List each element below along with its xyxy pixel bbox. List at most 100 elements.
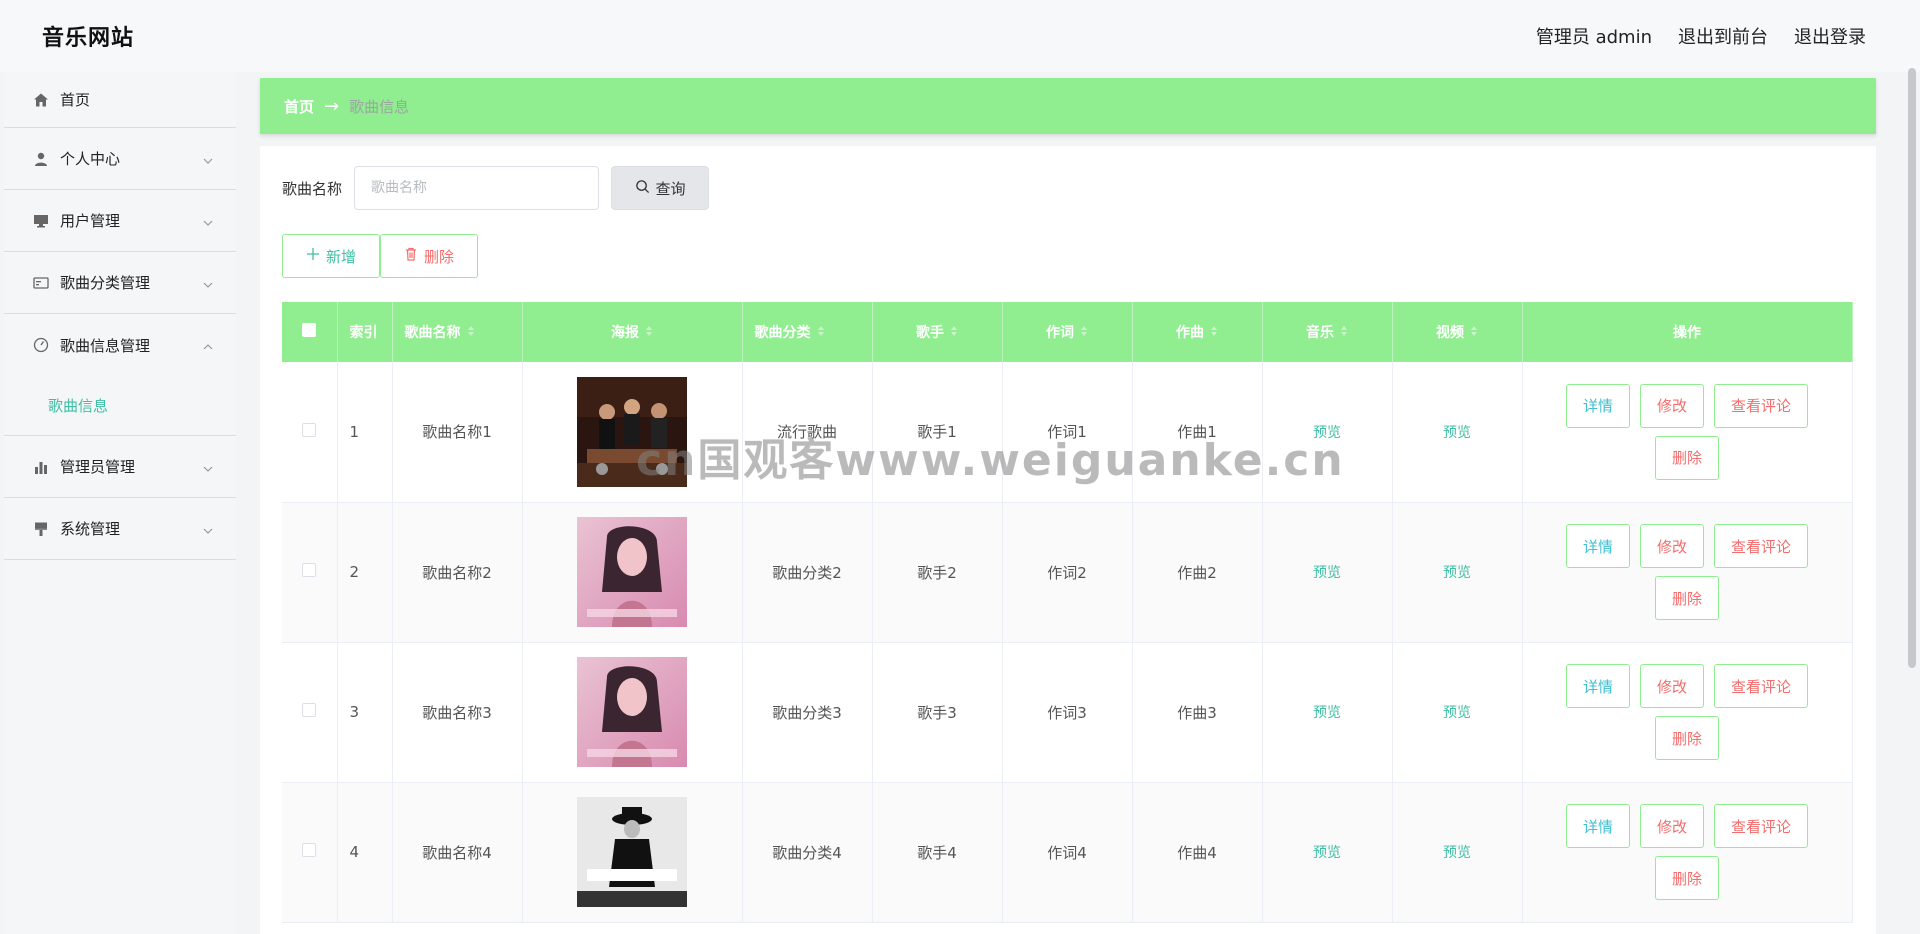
music-preview-link[interactable]: 预览 <box>1313 425 1341 441</box>
poster-image-man[interactable] <box>577 797 687 907</box>
poster-image-band[interactable] <box>577 376 687 487</box>
sidebar-item-home[interactable]: 首页 <box>4 72 236 128</box>
row-checkbox-cell <box>282 642 338 783</box>
add-button[interactable]: 新增 <box>282 234 380 278</box>
back-to-front-link[interactable]: 退出到前台 <box>1678 23 1768 49</box>
view-comments-button[interactable]: 查看评论 <box>1714 804 1809 848</box>
cell-name: 歌曲名称2 <box>392 502 523 643</box>
sidebar-item-profile[interactable]: 个人中心 <box>4 128 236 190</box>
sort-icon[interactable] <box>467 325 475 341</box>
chevron-down-icon <box>202 215 214 227</box>
view-comments-button[interactable]: 查看评论 <box>1714 383 1809 428</box>
column-header-poster[interactable]: 海报 <box>522 302 743 362</box>
sidebar-subitem-song-info[interactable]: 歌曲信息 <box>4 376 236 436</box>
cell-ops: 详情 修改 查看评论 删除 <box>1522 502 1853 643</box>
bulk-delete-label: 删除 <box>423 247 454 266</box>
cell-singer: 歌手3 <box>872 642 1003 783</box>
sort-icon[interactable] <box>950 325 958 341</box>
edit-button[interactable]: 修改 <box>1639 804 1704 848</box>
cell-poster <box>522 642 743 783</box>
home-icon <box>32 91 50 109</box>
sidebar-item-song-category[interactable]: 歌曲分类管理 <box>4 252 236 314</box>
video-preview-link[interactable]: 预览 <box>1443 705 1471 721</box>
edit-button[interactable]: 修改 <box>1639 524 1704 568</box>
delete-button[interactable]: 删除 <box>1654 435 1719 480</box>
detail-button[interactable]: 详情 <box>1565 524 1630 568</box>
trash-icon <box>404 247 418 265</box>
column-header-label: 歌手 <box>916 325 944 341</box>
detail-button[interactable]: 详情 <box>1565 804 1630 848</box>
main-content: 首页 → 歌曲信息 歌曲名称 查询 新增 删除 <box>260 78 1876 934</box>
row-checkbox[interactable] <box>302 422 317 437</box>
top-header: 音乐网站 管理员 admin 退出到前台 退出登录 <box>0 0 1920 72</box>
cell-video: 预览 <box>1392 362 1523 503</box>
logout-link[interactable]: 退出登录 <box>1794 23 1866 49</box>
select-all-cell <box>282 302 338 362</box>
sort-icon[interactable] <box>1470 325 1478 341</box>
view-comments-button[interactable]: 查看评论 <box>1714 664 1809 708</box>
music-preview-link[interactable]: 预览 <box>1313 845 1341 861</box>
column-header-label: 作曲 <box>1176 325 1204 341</box>
row-checkbox-cell <box>282 502 338 643</box>
cell-composer: 作曲3 <box>1132 642 1263 783</box>
sort-icon[interactable] <box>1210 325 1218 341</box>
scrollbar[interactable] <box>1908 68 1916 934</box>
delete-button[interactable]: 删除 <box>1654 716 1719 760</box>
row-checkbox[interactable] <box>302 843 317 857</box>
search-label: 歌曲名称 <box>282 179 343 198</box>
cell-lyricist: 作词1 <box>1002 362 1133 503</box>
cell-name: 歌曲名称3 <box>392 642 523 783</box>
query-button[interactable]: 查询 <box>611 166 710 210</box>
view-comments-button[interactable]: 查看评论 <box>1714 524 1809 568</box>
sort-icon[interactable] <box>645 325 653 341</box>
sidebar-item-system[interactable]: 系统管理 <box>4 498 236 560</box>
select-all-checkbox[interactable] <box>302 323 317 337</box>
column-header-composer[interactable]: 作曲 <box>1132 302 1263 362</box>
cell-video: 预览 <box>1392 782 1523 923</box>
search-input[interactable] <box>354 166 600 210</box>
cell-category: 流行歌曲 <box>742 362 873 503</box>
sidebar-item-label: 歌曲信息管理 <box>60 336 151 355</box>
sidebar-item-label: 首页 <box>60 91 91 109</box>
music-preview-link[interactable]: 预览 <box>1313 705 1341 721</box>
sidebar-item-admins[interactable]: 管理员管理 <box>4 436 236 498</box>
breadcrumb-arrow: → <box>324 95 340 117</box>
video-preview-link[interactable]: 预览 <box>1443 565 1471 581</box>
music-preview-link[interactable]: 预览 <box>1313 565 1341 581</box>
poster-image-woman[interactable] <box>577 517 687 627</box>
detail-button[interactable]: 详情 <box>1565 383 1630 428</box>
sidebar-item-users[interactable]: 用户管理 <box>4 190 236 252</box>
column-header-ops: 操作 <box>1522 302 1853 362</box>
column-header-category[interactable]: 歌曲分类 <box>742 302 873 362</box>
row-checkbox[interactable] <box>302 563 317 577</box>
sidebar-item-song-info[interactable]: 歌曲信息管理 <box>4 314 236 376</box>
row-checkbox[interactable] <box>302 703 317 717</box>
table-row: 1 歌曲名称1 流行歌曲 歌手1 作词1 作曲1 预览 预览 详情 修改 查看评… <box>282 362 1853 503</box>
sort-icon[interactable] <box>1080 325 1088 341</box>
column-header-lyricist[interactable]: 作词 <box>1002 302 1133 362</box>
column-header-music[interactable]: 音乐 <box>1262 302 1393 362</box>
poster-image-woman[interactable] <box>577 657 687 767</box>
video-preview-link[interactable]: 预览 <box>1443 845 1471 861</box>
detail-button[interactable]: 详情 <box>1565 664 1630 708</box>
video-preview-link[interactable]: 预览 <box>1443 425 1471 441</box>
column-header-singer[interactable]: 歌手 <box>872 302 1003 362</box>
bulk-delete-button[interactable]: 删除 <box>380 234 478 278</box>
column-header-name[interactable]: 歌曲名称 <box>392 302 523 362</box>
delete-button[interactable]: 删除 <box>1654 576 1719 620</box>
scroll-thumb[interactable] <box>1908 68 1916 668</box>
edit-button[interactable]: 修改 <box>1639 383 1704 428</box>
column-header-label: 音乐 <box>1306 325 1334 341</box>
edit-button[interactable]: 修改 <box>1639 664 1704 708</box>
cell-ops: 详情 修改 查看评论 删除 <box>1522 782 1853 923</box>
content-panel: 歌曲名称 查询 新增 删除 <box>260 146 1876 934</box>
admin-label: 管理员 admin <box>1535 27 1652 48</box>
sidebar-item-label: 个人中心 <box>60 150 121 168</box>
sort-icon[interactable] <box>1340 325 1348 341</box>
delete-button[interactable]: 删除 <box>1654 856 1719 900</box>
column-header-label: 歌曲名称 <box>404 325 461 341</box>
column-header-video[interactable]: 视频 <box>1392 302 1523 362</box>
sort-icon[interactable] <box>817 325 825 341</box>
bar-chart-icon <box>32 458 50 476</box>
breadcrumb-home[interactable]: 首页 <box>284 96 314 117</box>
